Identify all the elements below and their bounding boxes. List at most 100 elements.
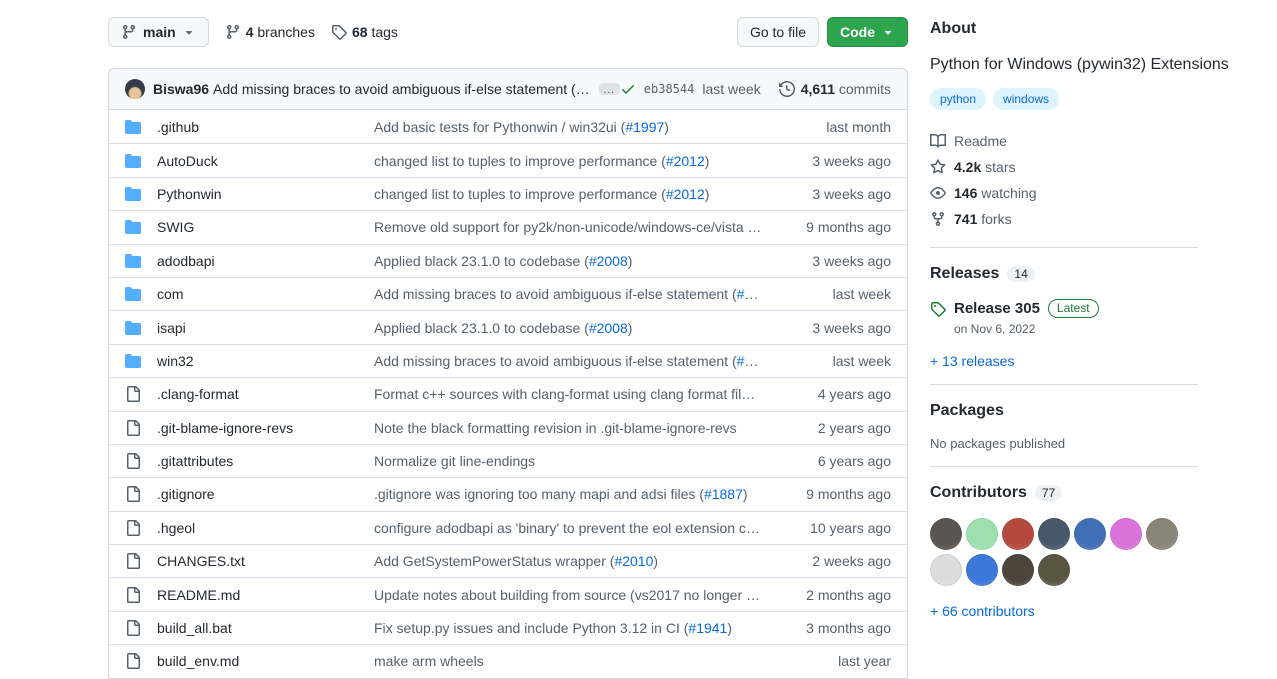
pr-link[interactable]: #1874 <box>752 219 779 235</box>
forks-label: forks <box>981 211 1011 227</box>
commit-message[interactable]: Add missing braces to avoid ambiguous if… <box>213 81 591 97</box>
contributor-avatar[interactable] <box>1146 518 1178 550</box>
releases-heading[interactable]: Releases 14 <box>930 265 1198 283</box>
file-name-link[interactable]: .gitignore <box>157 486 374 502</box>
file-commit-message[interactable]: .gitignore was ignoring too many mapi an… <box>374 486 779 502</box>
contributor-avatar[interactable] <box>1002 554 1034 586</box>
table-row: com Add missing braces to avoid ambiguou… <box>109 277 907 310</box>
file-commit-message[interactable]: Applied black 23.1.0 to codebase (#2008) <box>374 320 779 336</box>
stars-link[interactable]: 4.2k stars <box>930 154 1198 180</box>
contributor-avatar[interactable] <box>1002 518 1034 550</box>
file-name-link[interactable]: Pythonwin <box>157 186 374 202</box>
file-name-link[interactable]: win32 <box>157 353 374 369</box>
file-commit-message[interactable]: Note the black formatting revision in .g… <box>374 420 779 436</box>
code-button[interactable]: Code <box>827 17 908 47</box>
git-branch-icon <box>225 24 241 40</box>
file-name-link[interactable]: build_env.md <box>157 653 374 669</box>
tags-link[interactable]: 68 tags <box>331 24 398 40</box>
file-name-link[interactable]: CHANGES.txt <box>157 553 374 569</box>
file-icon <box>125 553 141 569</box>
contributor-avatar[interactable] <box>966 518 998 550</box>
branches-link[interactable]: 4 branches <box>225 24 315 40</box>
pr-link[interactable]: #2012 <box>666 186 705 202</box>
folder-icon <box>125 353 141 369</box>
topic-pill-windows[interactable]: windows <box>993 88 1059 110</box>
file-commit-message[interactable]: Add GetSystemPowerStatus wrapper (#2010) <box>374 553 779 569</box>
commit-ellipsis-button[interactable]: … <box>599 83 620 95</box>
contributor-avatar[interactable] <box>1110 518 1142 550</box>
contributor-avatar[interactable] <box>1038 518 1070 550</box>
folder-icon <box>125 219 141 235</box>
file-commit-date: last month <box>779 119 891 135</box>
file-commit-message[interactable]: changed list to tuples to improve perfor… <box>374 153 779 169</box>
file-commit-message[interactable]: Add missing braces to avoid ambiguous if… <box>374 286 779 302</box>
contributor-avatar[interactable] <box>930 554 962 586</box>
file-icon <box>125 620 141 636</box>
go-to-file-button[interactable]: Go to file <box>737 17 819 47</box>
table-row: AutoDuck changed list to tuples to impro… <box>109 143 907 176</box>
commit-author-avatar[interactable] <box>125 79 145 99</box>
contributor-avatar[interactable] <box>930 518 962 550</box>
file-commit-message[interactable]: Update notes about building from source … <box>374 587 779 603</box>
file-name-link[interactable]: .clang-format <box>157 386 374 402</box>
file-name-link[interactable]: AutoDuck <box>157 153 374 169</box>
watching-link[interactable]: 146 watching <box>930 180 1198 206</box>
file-name-link[interactable]: README.md <box>157 587 374 603</box>
file-commit-message[interactable]: Applied black 23.1.0 to codebase (#2008) <box>374 253 779 269</box>
file-name-link[interactable]: SWIG <box>157 219 374 235</box>
repo-description: Python for Windows (pywin32) Extensions <box>930 56 1198 74</box>
file-name-link[interactable]: com <box>157 286 374 302</box>
releases-title: Releases <box>930 265 999 283</box>
release-date: on Nov 6, 2022 <box>954 322 1099 336</box>
topic-pill-python[interactable]: python <box>930 88 986 110</box>
pr-link[interactable]: #2010 <box>614 553 653 569</box>
pr-link[interactable]: #2018 <box>737 286 776 302</box>
file-name-link[interactable]: .git-blame-ignore-revs <box>157 420 374 436</box>
release-name: Release 305 <box>954 300 1040 317</box>
pr-link[interactable]: #2012 <box>666 153 705 169</box>
commit-author-link[interactable]: Biswa96 <box>153 81 209 97</box>
table-row: Pythonwin changed list to tuples to impr… <box>109 177 907 210</box>
file-browser-box: Biswa96 Add missing braces to avoid ambi… <box>108 68 908 679</box>
pr-link[interactable]: #2008 <box>589 320 628 336</box>
repo-toolbar: main 4 branches 68 tags Go to file Code <box>108 16 908 48</box>
file-name-link[interactable]: adodbapi <box>157 253 374 269</box>
file-icon <box>125 453 141 469</box>
file-commit-message[interactable]: Normalize git line-endings <box>374 453 779 469</box>
tags-label: tags <box>371 24 397 40</box>
contributors-heading[interactable]: Contributors 77 <box>930 484 1198 502</box>
file-name-link[interactable]: isapi <box>157 320 374 336</box>
file-commit-message[interactable]: make arm wheels <box>374 653 779 669</box>
readme-link[interactable]: Readme <box>930 128 1198 154</box>
contributor-avatar[interactable] <box>1038 554 1070 586</box>
file-commit-message[interactable]: Format c++ sources with clang-format usi… <box>374 386 779 402</box>
more-releases-link[interactable]: + 13 releases <box>930 353 1014 369</box>
forks-link[interactable]: 741 forks <box>930 206 1198 232</box>
file-icon <box>125 653 141 669</box>
file-commit-message[interactable]: Add missing braces to avoid ambiguous if… <box>374 353 779 369</box>
file-name-link[interactable]: build_all.bat <box>157 620 374 636</box>
file-commit-message[interactable]: Remove old support for py2k/non-unicode/… <box>374 219 779 235</box>
pr-link[interactable]: #1941 <box>688 620 727 636</box>
file-commit-message[interactable]: changed list to tuples to improve perfor… <box>374 186 779 202</box>
file-commit-message[interactable]: configure adodbapi as 'binary' to preven… <box>374 520 779 536</box>
file-commit-message[interactable]: Fix setup.py issues and include Python 3… <box>374 620 779 636</box>
more-contributors-link[interactable]: + 66 contributors <box>930 603 1035 619</box>
pr-link[interactable]: #1887 <box>704 486 743 502</box>
latest-release-item[interactable]: Release 305 Latest on Nov 6, 2022 <box>930 299 1198 336</box>
branches-count: 4 <box>246 24 254 40</box>
branch-selector-button[interactable]: main <box>108 17 209 47</box>
file-commit-date: 6 years ago <box>779 453 891 469</box>
file-name-link[interactable]: .github <box>157 119 374 135</box>
file-commit-message[interactable]: Add basic tests for Pythonwin / win32ui … <box>374 119 779 135</box>
commit-history-link[interactable]: 4,611 commits <box>779 81 891 97</box>
pr-link[interactable]: #1997 <box>625 119 664 135</box>
contributor-avatar[interactable] <box>966 554 998 586</box>
file-name-link[interactable]: .hgeol <box>157 520 374 536</box>
pr-link[interactable]: #2018 <box>737 353 776 369</box>
file-name-link[interactable]: .gitattributes <box>157 453 374 469</box>
contributor-avatar[interactable] <box>1074 518 1106 550</box>
commit-sha-link[interactable]: eb38544 <box>644 82 695 96</box>
pr-link[interactable]: #2008 <box>589 253 628 269</box>
file-commit-date: 3 weeks ago <box>779 153 891 169</box>
